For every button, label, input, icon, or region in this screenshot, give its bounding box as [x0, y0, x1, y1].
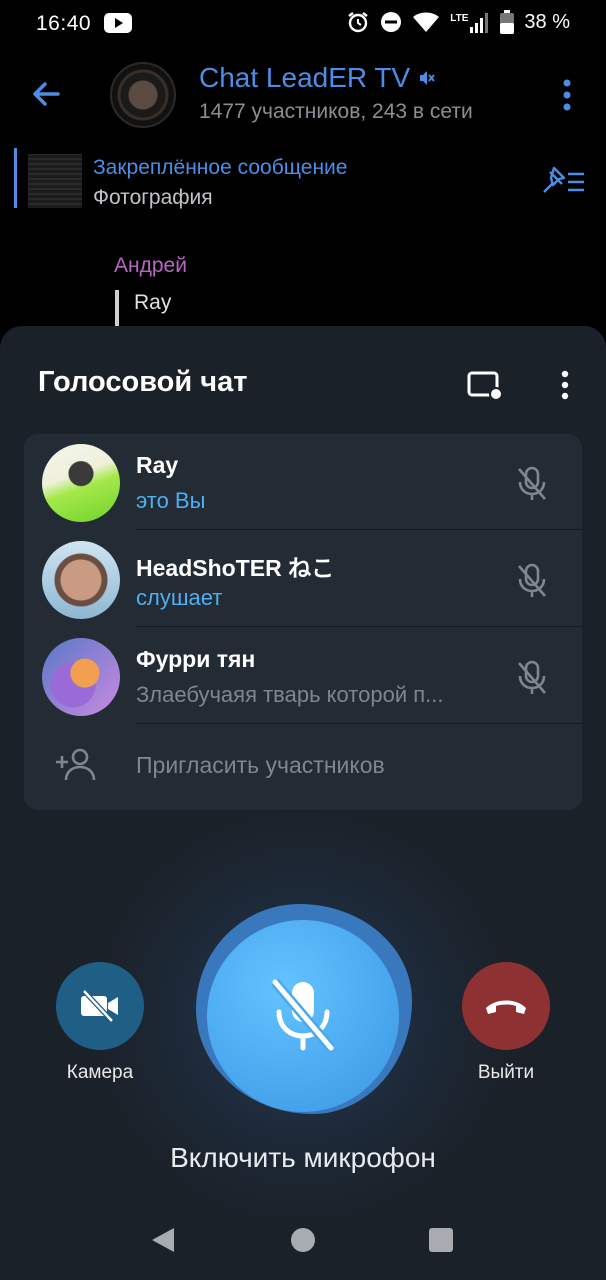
camera-label: Камера [66, 1062, 134, 1083]
participant-name: Фурри тян [136, 646, 256, 672]
pinned-thumbnail [28, 154, 82, 208]
divider [136, 529, 582, 530]
avatar [42, 638, 120, 716]
battery-icon [500, 10, 515, 34]
message-author: Андрей [114, 254, 187, 277]
status-time: 16:40 [36, 12, 92, 35]
signal-icon [470, 13, 489, 33]
more-vert-icon[interactable] [562, 78, 572, 112]
mic-muted-icon [518, 466, 546, 500]
participants-list: Ray это Вы HeadShoTER ねこ слушает Фурри т… [24, 434, 582, 810]
participant-row[interactable]: Ray это Вы [24, 434, 582, 530]
mic-muted-icon [518, 660, 546, 694]
network-type: LTE [450, 12, 469, 24]
chat-subtitle: 1477 участников, 243 в сети [199, 100, 473, 123]
leave-label: Выйти [477, 1062, 535, 1083]
invite-label: Пригласить участников [136, 752, 385, 778]
participant-status: слушает [136, 585, 223, 610]
nav-back-icon[interactable] [150, 1226, 176, 1254]
chat-title: Chat LeadER TV [199, 62, 411, 93]
camera-off-icon [81, 989, 118, 1023]
mic-label: Включить микрофон [170, 1142, 436, 1173]
dnd-icon [381, 12, 402, 32]
camera-button[interactable] [56, 962, 144, 1050]
nav-home-icon[interactable] [291, 1228, 315, 1252]
chat-avatar[interactable] [110, 62, 176, 128]
system-nav-bar [0, 1200, 606, 1280]
mic-toggle-button[interactable] [207, 920, 399, 1112]
wifi-icon [413, 12, 440, 32]
participant-name: Ray [136, 452, 179, 478]
participant-name: HeadShoTER ねこ [136, 555, 335, 581]
reply-name: Ray [134, 291, 172, 314]
back-arrow-icon[interactable] [28, 76, 64, 112]
mic-muted-icon [271, 978, 335, 1052]
voice-chat-title: Голосовой чат [38, 366, 248, 398]
avatar [42, 444, 120, 522]
battery-percent: 38 % [524, 10, 570, 33]
chat-title-row[interactable]: Chat LeadER TV [199, 62, 436, 94]
add-user-icon [56, 748, 96, 781]
more-vert-icon[interactable] [560, 370, 570, 400]
voice-chat-sheet: Голосовой чат Ray это Вы HeadShoTER ねこ с… [0, 326, 606, 1280]
mic-muted-icon [518, 563, 546, 597]
alarm-icon [348, 12, 368, 33]
pinned-list-icon[interactable] [540, 166, 586, 196]
divider [136, 723, 582, 724]
divider [136, 626, 582, 627]
participant-row[interactable]: Фурри тян Злаебучаяя тварь которой п... [24, 628, 582, 724]
nav-recents-icon[interactable] [429, 1228, 453, 1252]
pinned-text: Фотография [93, 186, 213, 209]
participant-status: Злаебучаяя тварь которой п... [136, 682, 444, 707]
participant-row[interactable]: HeadShoTER ねこ слушает [24, 531, 582, 627]
pinned-title: Закреплённое сообщение [93, 156, 348, 179]
avatar [42, 541, 120, 619]
chat-header: Chat LeadER TV 1477 участников, 243 в се… [0, 48, 606, 140]
youtube-notification-icon [104, 13, 132, 33]
participant-status: это Вы [136, 488, 206, 513]
invite-members-button[interactable]: Пригласить участников [24, 728, 582, 802]
status-bar: 16:40 LTE 38 % [0, 0, 606, 48]
pinned-message-bar[interactable]: Закреплённое сообщение Фотография [0, 142, 606, 220]
status-icons: LTE 38 % [346, 10, 570, 34]
hang-up-icon [486, 1000, 526, 1014]
screen-share-icon[interactable] [466, 370, 504, 400]
leave-button[interactable] [462, 962, 550, 1050]
reply-bar [115, 290, 119, 326]
muted-icon [420, 71, 435, 85]
pinned-indicator [14, 148, 17, 208]
